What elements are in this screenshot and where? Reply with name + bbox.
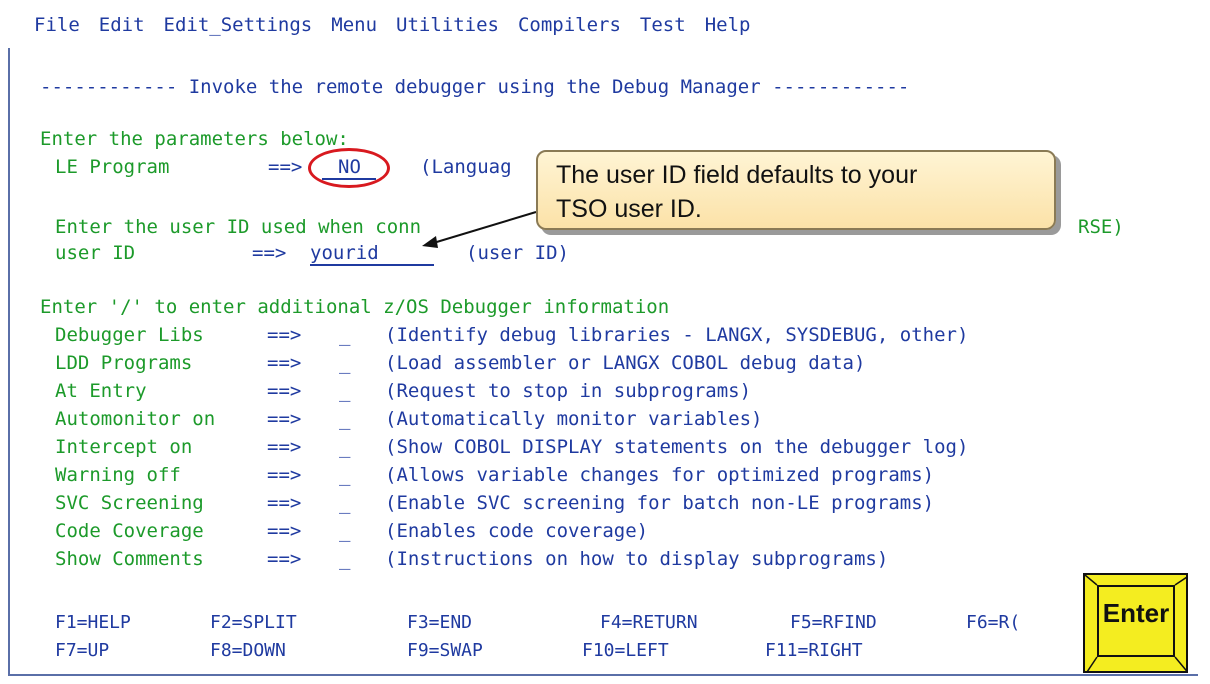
option-arrow: ==> xyxy=(267,548,302,570)
fkey-right[interactable]: F11=RIGHT xyxy=(765,640,863,662)
option-field[interactable]: _ xyxy=(339,352,350,374)
option-desc: (Enable SVC screening for batch non-LE p… xyxy=(385,492,935,514)
option-field[interactable]: _ xyxy=(339,520,350,542)
fkey-end[interactable]: F3=END xyxy=(407,612,472,634)
option-field[interactable]: _ xyxy=(339,436,350,458)
option-arrow: ==> xyxy=(267,520,302,542)
option-desc: (Enables code coverage) xyxy=(385,520,649,542)
fkey-left[interactable]: F10=LEFT xyxy=(582,640,669,662)
option-field[interactable]: _ xyxy=(339,380,350,402)
fkey-f6[interactable]: F6=R( xyxy=(966,612,1020,634)
option-label: Debugger Libs xyxy=(55,324,216,346)
additional-info-text: Enter '/' to enter additional z/OS Debug… xyxy=(40,296,670,318)
enter-key-button[interactable]: Enter xyxy=(1083,573,1188,673)
option-desc: (Identify debug libraries - LANGX, SYSDE… xyxy=(385,324,969,346)
option-arrow: ==> xyxy=(267,352,302,374)
callout-line2: TSO user ID. xyxy=(556,195,702,223)
fkey-up[interactable]: F7=UP xyxy=(55,640,109,662)
option-desc: (Show COBOL DISPLAY statements on the de… xyxy=(385,436,969,458)
fkey-down[interactable]: F8=DOWN xyxy=(210,640,286,662)
option-label: LDD Programs xyxy=(55,352,216,374)
enter-key-label: Enter xyxy=(1097,585,1175,657)
option-arrow: ==> xyxy=(267,492,302,514)
option-desc: (Instructions on how to display subprogr… xyxy=(385,548,889,570)
option-field[interactable]: _ xyxy=(339,464,350,486)
option-label: At Entry xyxy=(55,380,216,402)
option-arrow: ==> xyxy=(267,408,302,430)
callout-line1: The user ID field defaults to your xyxy=(556,161,918,189)
fkey-split[interactable]: F2=SPLIT xyxy=(210,612,297,634)
option-arrow: ==> xyxy=(267,380,302,402)
option-label: SVC Screening xyxy=(55,492,216,514)
option-label: Warning off xyxy=(55,464,216,486)
option-desc: (Request to stop in subprograms) xyxy=(385,380,752,402)
option-desc: (Allows variable changes for optimized p… xyxy=(385,464,935,486)
option-field[interactable]: _ xyxy=(339,548,350,570)
option-desc: (Load assembler or LANGX COBOL debug dat… xyxy=(385,352,866,374)
option-arrow: ==> xyxy=(267,464,302,486)
option-field[interactable]: _ xyxy=(339,492,350,514)
option-label: Intercept on xyxy=(55,436,216,458)
fkey-rfind[interactable]: F5=RFIND xyxy=(790,612,877,634)
fkey-help[interactable]: F1=HELP xyxy=(55,612,131,634)
option-label: Automonitor on xyxy=(55,408,216,430)
option-arrow: ==> xyxy=(267,324,302,346)
callout-note: The user ID field defaults to your TSO u… xyxy=(536,150,1056,230)
option-field[interactable]: _ xyxy=(339,408,350,430)
option-desc: (Automatically monitor variables) xyxy=(385,408,763,430)
fkey-return[interactable]: F4=RETURN xyxy=(600,612,698,634)
fkey-swap[interactable]: F9=SWAP xyxy=(407,640,483,662)
option-label: Show Comments xyxy=(55,548,216,570)
option-arrow: ==> xyxy=(267,436,302,458)
option-label: Code Coverage xyxy=(55,520,216,542)
option-field[interactable]: _ xyxy=(339,324,350,346)
